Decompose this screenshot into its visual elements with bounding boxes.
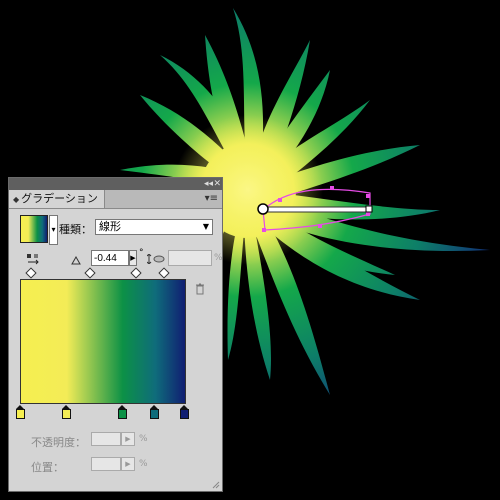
- angle-icon: [71, 255, 81, 265]
- opacity-percent-label: %: [139, 434, 148, 444]
- gradient-midpoint-1[interactable]: [25, 267, 37, 279]
- annotator-end-handle: [365, 205, 373, 213]
- panel-tab-row: ◆ グラデーション ▾≡: [9, 190, 222, 209]
- type-label: 種類：: [59, 223, 92, 236]
- trash-icon[interactable]: [195, 283, 205, 295]
- gradient-slider-preview[interactable]: [20, 279, 186, 404]
- gradient-type-value: 線形: [99, 220, 121, 233]
- angle-stepper-button[interactable]: ▶: [129, 250, 137, 266]
- location-label: 位置：: [31, 461, 64, 474]
- gradient-fill-swatch[interactable]: [20, 215, 48, 243]
- resize-grip-icon[interactable]: [212, 481, 220, 489]
- swatch-dropdown-button[interactable]: ▾: [49, 215, 58, 245]
- gradient-stop-3[interactable]: [117, 405, 127, 419]
- gradient-stop-5[interactable]: [180, 405, 189, 419]
- collapse-panel-button[interactable]: ◂◂: [204, 178, 213, 190]
- chevron-down-icon: ▼: [202, 222, 209, 231]
- tab-gradient-label: グラデーション: [21, 192, 98, 205]
- gradient-midpoint-3[interactable]: [130, 267, 142, 279]
- opacity-input: [91, 432, 121, 446]
- gradient-stop-1[interactable]: [16, 405, 25, 419]
- opacity-stepper-button: ▶: [121, 432, 135, 446]
- location-input: [91, 457, 121, 471]
- gradient-panel: ◂◂ ✕ ◆グラデーション ▾≡ ▾ 種類： 線形 ▼ ▶ ° % 不透明度： …: [8, 177, 223, 492]
- angle-input[interactable]: [91, 250, 129, 266]
- aspect-ratio-icon: [147, 254, 165, 264]
- gradient-type-select[interactable]: 線形 ▼: [95, 219, 213, 235]
- annotator-origin-handle: [257, 203, 269, 215]
- aspect-ratio-input: [168, 250, 212, 266]
- tab-gradient[interactable]: ◆ グラデーション: [9, 190, 105, 208]
- gradient-stop-2[interactable]: [61, 405, 71, 419]
- gradient-midpoint-4[interactable]: [158, 267, 170, 279]
- close-panel-button[interactable]: ✕: [213, 178, 221, 190]
- reverse-gradient-icon[interactable]: [26, 253, 40, 267]
- tab-options-icon[interactable]: ◆: [13, 195, 19, 204]
- gradient-midpoint-2[interactable]: [84, 267, 96, 279]
- panel-titlebar[interactable]: ◂◂ ✕: [9, 178, 222, 190]
- degree-symbol: °: [139, 248, 144, 258]
- gradient-stop-4[interactable]: [150, 405, 160, 419]
- location-stepper-button: ▶: [121, 457, 135, 471]
- opacity-label: 不透明度：: [31, 436, 86, 449]
- aspect-percent-label: %: [214, 253, 223, 263]
- location-percent-label: %: [139, 459, 148, 469]
- panel-menu-button[interactable]: ▾≡: [205, 193, 218, 205]
